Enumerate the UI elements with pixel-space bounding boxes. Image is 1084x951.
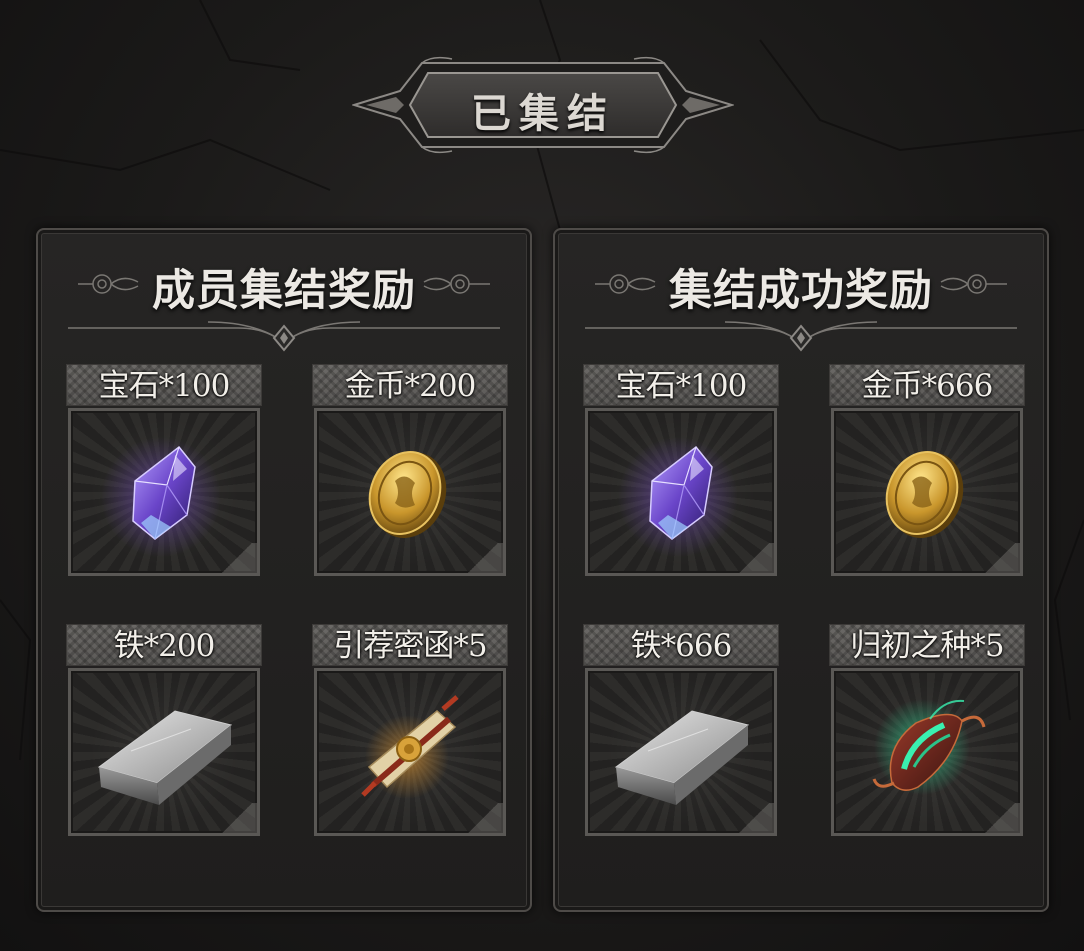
banner-title: 已集结 <box>471 91 615 137</box>
reward-item-gold-coin[interactable]: 金币*200 <box>312 364 508 580</box>
reward-slot <box>831 408 1023 576</box>
slot-corner-accent <box>217 543 257 573</box>
reward-label: 宝石*100 <box>66 364 262 406</box>
slot-corner-accent <box>463 803 503 833</box>
reward-item-gold-coin[interactable]: 金币*666 <box>829 364 1025 580</box>
reward-slot <box>68 408 260 576</box>
reward-item-iron[interactable]: 铁*666 <box>583 624 779 840</box>
rally-success-reward-panel: 集结成功奖励 宝石*100 金币*666 铁*666 归初之种*5 <box>553 228 1049 912</box>
slot-corner-accent <box>217 803 257 833</box>
slot-corner-accent <box>463 543 503 573</box>
reward-slot <box>585 668 777 836</box>
reward-label: 引荐密函*5 <box>312 624 508 666</box>
reward-label: 铁*666 <box>583 624 779 666</box>
reward-slot <box>831 668 1023 836</box>
slot-corner-accent <box>980 543 1020 573</box>
reward-label: 宝石*100 <box>583 364 779 406</box>
reward-slot <box>314 408 506 576</box>
reward-slot <box>585 408 777 576</box>
panel-title: 成员集结奖励 <box>152 266 416 316</box>
reward-item-iron[interactable]: 铁*200 <box>66 624 262 840</box>
reward-item-seed[interactable]: 归初之种*5 <box>829 624 1025 840</box>
reward-label: 金币*200 <box>312 364 508 406</box>
reward-item-gem[interactable]: 宝石*100 <box>66 364 262 580</box>
reward-item-letter[interactable]: 引荐密函*5 <box>312 624 508 840</box>
panel-title: 集结成功奖励 <box>669 266 933 316</box>
reward-label: 铁*200 <box>66 624 262 666</box>
reward-slot <box>314 668 506 836</box>
slot-corner-accent <box>980 803 1020 833</box>
panel-header: 成员集结奖励 <box>38 252 530 352</box>
slot-corner-accent <box>734 543 774 573</box>
reward-slot <box>68 668 260 836</box>
rally-status-banner: 已集结 <box>352 55 734 155</box>
member-rally-reward-panel: 成员集结奖励 宝石*100 金币*200 铁*200 引荐密函*5 <box>36 228 532 912</box>
reward-item-gem[interactable]: 宝石*100 <box>583 364 779 580</box>
slot-corner-accent <box>734 803 774 833</box>
panel-header: 集结成功奖励 <box>555 252 1047 352</box>
reward-label: 金币*666 <box>829 364 1025 406</box>
reward-label: 归初之种*5 <box>829 624 1025 666</box>
